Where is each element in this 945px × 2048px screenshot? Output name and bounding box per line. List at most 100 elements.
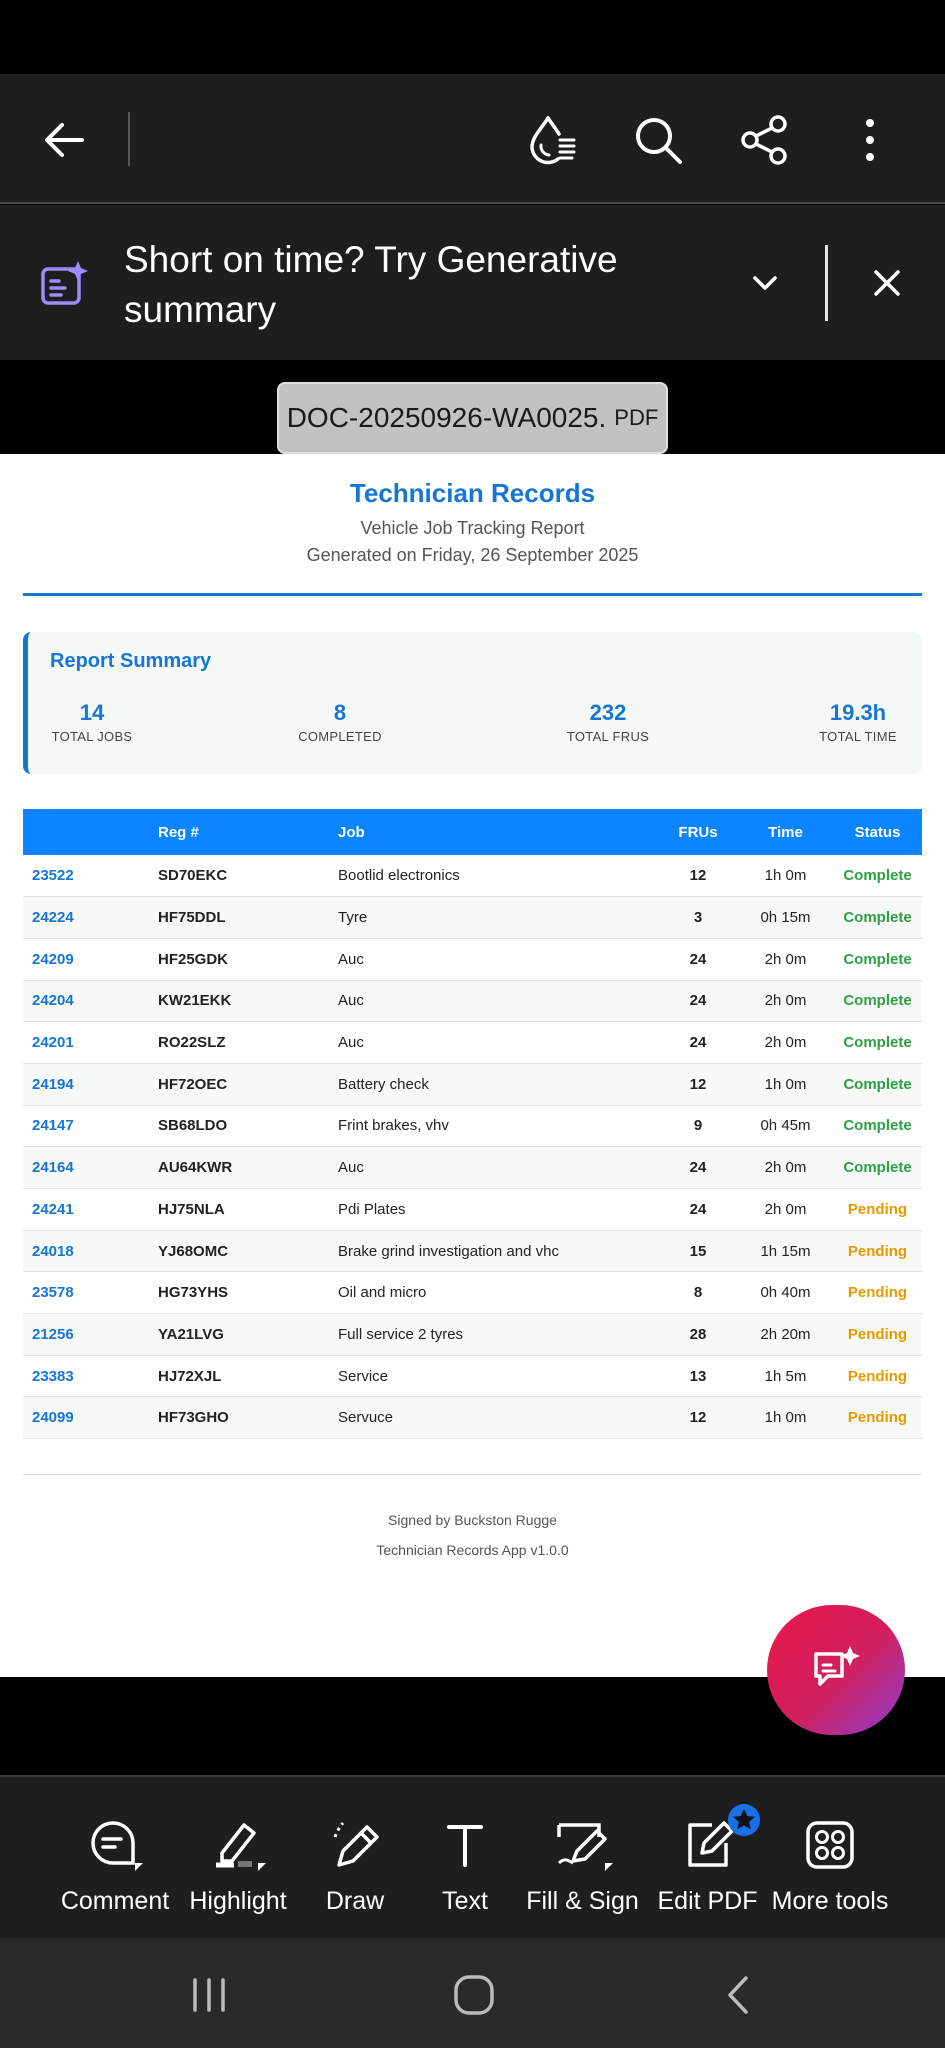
fru-count: 24 [658, 1146, 738, 1189]
more-vertical-icon[interactable] [842, 112, 898, 168]
ai-assistant-button[interactable] [767, 1605, 905, 1735]
job-description: Frint brakes, vhv [338, 1105, 658, 1148]
fru-count: 8 [658, 1271, 738, 1315]
tool-fill-sign[interactable]: Fill & Sign [520, 1817, 645, 1916]
job-time: 1h 0m [738, 1063, 833, 1106]
tool-comment[interactable]: Comment [55, 1817, 175, 1916]
tool-edit-pdf[interactable]: Edit PDF [655, 1804, 760, 1916]
job-time: 1h 5m [738, 1355, 833, 1398]
job-time: 0h 15m [738, 896, 833, 939]
job-id: 24147 [23, 1105, 158, 1148]
stat-total-time: 19.3h TOTAL TIME [819, 700, 897, 744]
reg-number: YA21LVG [158, 1313, 338, 1356]
document-title: Technician Records [349, 478, 596, 508]
recent-apps-icon[interactable] [186, 1972, 232, 2018]
arrow-left-icon[interactable] [36, 112, 92, 168]
bottom-toolbar: Comment Highlight Draw Text Fill & Sign … [0, 1775, 945, 1938]
job-id: 23383 [23, 1355, 158, 1398]
signed-by: Signed by Buckston Rugge [388, 1512, 557, 1528]
table-row: 24204 KW21EKK Auc 24 2h 0m Complete [23, 980, 922, 1023]
job-id: 21256 [23, 1313, 158, 1356]
table-row: 24147 SB68LDO Frint brakes, vhv 9 0h 45m Comp… [23, 1105, 922, 1148]
job-description: Brake grind investigation and vhc [338, 1230, 658, 1273]
reg-number: HF75DDL [158, 896, 338, 939]
job-description: Battery check [338, 1063, 658, 1106]
generative-summary-banner[interactable]: Short on time? Try Generative summary [0, 205, 945, 360]
table-row: 24164 AU64KWR Auc 24 2h 0m Complete [23, 1146, 922, 1189]
job-status: Complete [833, 1105, 922, 1148]
job-description: Bootlid electronics [338, 855, 658, 898]
header-job: Job [338, 809, 658, 855]
job-id: 24018 [23, 1230, 158, 1273]
reg-number: HF25GDK [158, 938, 338, 981]
job-status: Complete [833, 938, 922, 981]
reg-number: HJ75NLA [158, 1188, 338, 1231]
share-icon[interactable] [736, 112, 792, 168]
job-id: 24194 [23, 1063, 158, 1106]
tool-draw[interactable]: Draw [305, 1817, 405, 1916]
banner-divider [825, 245, 828, 321]
fru-count: 12 [658, 1063, 738, 1106]
reg-number: HF73GHO [158, 1396, 338, 1440]
job-time: 1h 15m [738, 1230, 833, 1273]
ai-assistant-icon [814, 1646, 860, 1686]
job-id: 24164 [23, 1146, 158, 1189]
generative-summary-icon [41, 261, 88, 305]
header-reg: Reg # [158, 809, 338, 855]
fru-count: 24 [658, 1188, 738, 1231]
jobs-table: Reg # Job FRUs Time Status 23522 SD70EKC B… [23, 809, 922, 1440]
draw-icon [333, 1821, 379, 1867]
job-time: 2h 0m [738, 1188, 833, 1231]
generative-summary-text[interactable]: Short on time? Try Generative summary [124, 235, 684, 335]
more-tools-icon [806, 1821, 854, 1869]
generated-date: Generated on Friday, 26 September 2025 [306, 545, 639, 565]
job-id: 24241 [23, 1188, 158, 1231]
tool-highlight[interactable]: Highlight [178, 1817, 298, 1916]
job-status: Complete [833, 980, 922, 1023]
footer-divider [23, 1474, 922, 1475]
job-id: 23578 [23, 1271, 158, 1315]
nav-back-icon[interactable] [716, 1972, 762, 2018]
pdf-page: Technician Records Vehicle Job Tracking … [0, 454, 945, 1677]
file-name-pill: DOC-20250926-WA0025. PDF [277, 382, 668, 454]
close-icon[interactable] [867, 263, 907, 303]
job-status: Complete [833, 1021, 922, 1064]
job-time: 2h 0m [738, 1146, 833, 1189]
toolbar-divider [128, 112, 130, 166]
job-description: Pdi Plates [338, 1188, 658, 1231]
app-version: Technician Records App v1.0.0 [376, 1542, 569, 1558]
job-status: Complete [833, 896, 922, 939]
header-status: Status [833, 809, 922, 855]
stat-completed: 8 COMPLETED [298, 700, 382, 744]
job-status: Pending [833, 1271, 922, 1315]
table-header-row: Reg # Job FRUs Time Status [23, 809, 922, 855]
document-subtitle: Vehicle Job Tracking Report [360, 518, 585, 538]
table-row: 24224 HF75DDL Tyre 3 0h 15m Complete [23, 896, 922, 939]
job-id: 24099 [23, 1396, 158, 1440]
tool-more-tools[interactable]: More tools [770, 1817, 890, 1916]
job-description: Auc [338, 1146, 658, 1189]
job-description: Auc [338, 980, 658, 1023]
job-time: 1h 0m [738, 855, 833, 898]
job-time: 0h 45m [738, 1105, 833, 1148]
table-row: 24099 HF73GHO Servuce 12 1h 0m Pending [23, 1396, 922, 1440]
chevron-down-icon[interactable] [745, 263, 785, 303]
home-icon[interactable] [451, 1972, 497, 2018]
job-time: 2h 0m [738, 980, 833, 1023]
job-status: Pending [833, 1355, 922, 1398]
stat-total-frus: 232 TOTAL FRUS [566, 700, 650, 744]
tool-text[interactable]: Text [415, 1817, 515, 1916]
system-nav-bar [0, 1938, 945, 2048]
liquid-mode-icon[interactable] [524, 112, 580, 168]
job-id: 24201 [23, 1021, 158, 1064]
reg-number: HF72OEC [158, 1063, 338, 1106]
job-description: Auc [338, 1021, 658, 1064]
highlight-icon [216, 1823, 266, 1871]
job-time: 1h 0m [738, 1396, 833, 1440]
premium-star-icon [728, 1804, 760, 1836]
table-row: 24209 HF25GDK Auc 24 2h 0m Complete [23, 938, 922, 981]
table-row: 24201 RO22SLZ Auc 24 2h 0m Complete [23, 1021, 922, 1064]
reg-number: RO22SLZ [158, 1021, 338, 1064]
search-icon[interactable] [630, 112, 686, 168]
reg-number: SD70EKC [158, 855, 338, 898]
